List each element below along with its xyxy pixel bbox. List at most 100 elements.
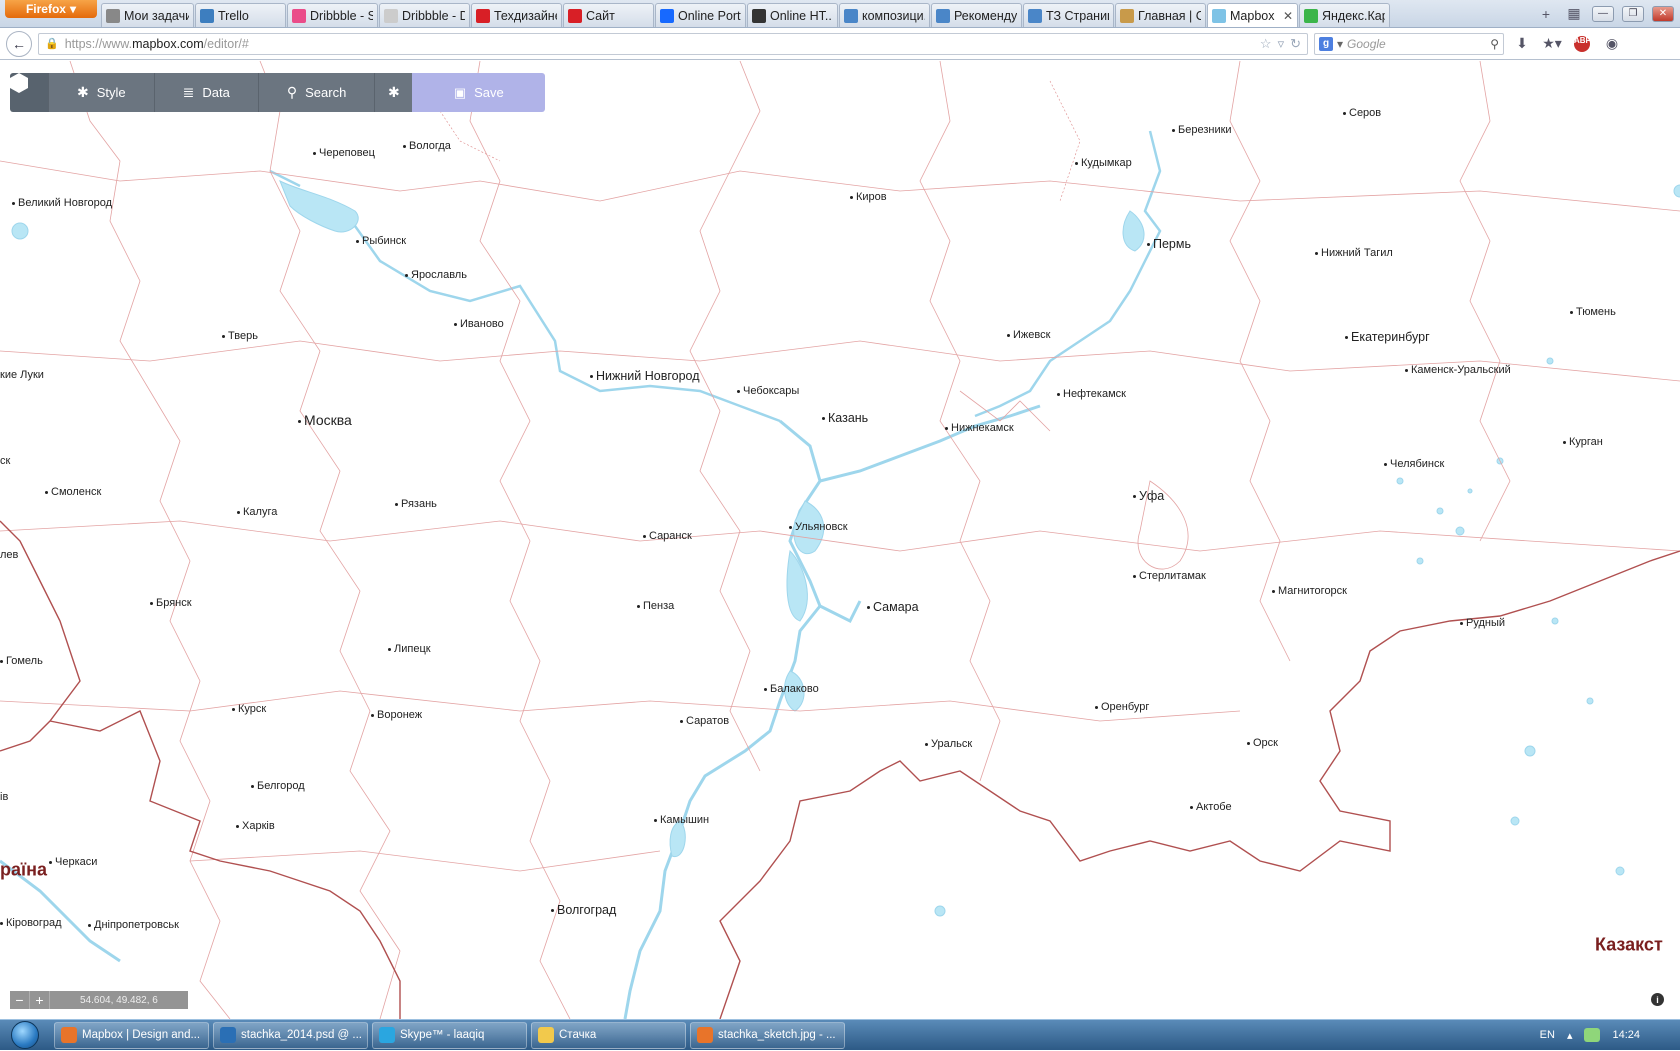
browser-tab[interactable]: Dribbble - D... (379, 3, 470, 27)
dropdown-arrow-icon[interactable]: ▿ (1278, 36, 1285, 52)
minimize-button[interactable]: — (1592, 5, 1614, 22)
app-icon (379, 1027, 395, 1043)
clock[interactable]: 14:24 (1612, 1029, 1640, 1041)
restore-button[interactable]: ❐ (1622, 5, 1644, 22)
tray-arrow-icon[interactable]: ▴ (1567, 1029, 1573, 1042)
favicon-icon (384, 8, 398, 23)
save-button[interactable]: ▣ Save (412, 73, 546, 112)
taskbar-item[interactable]: Стачка (531, 1021, 686, 1049)
app-icon (538, 1027, 554, 1043)
water-layer (0, 130, 1680, 1019)
taskbar-item-label: Стачка (559, 1029, 597, 1041)
bookmark-star-icon[interactable]: ☆ (1260, 36, 1272, 52)
favicon-icon (1028, 8, 1042, 23)
language-indicator[interactable]: EN (1540, 1029, 1555, 1041)
city-label: Ярославль (405, 269, 467, 281)
browser-tab[interactable]: Trello (195, 3, 286, 27)
city-label: Курган (1563, 436, 1603, 448)
city-label: Камышин (654, 814, 709, 826)
tab-groups-icon[interactable]: ▦ (1564, 5, 1584, 23)
city-label: Челябинск (1384, 458, 1444, 470)
close-window-button[interactable]: ✕ (1652, 5, 1674, 22)
taskbar-item[interactable]: Skype™ - laaqiq (372, 1021, 527, 1049)
lock-icon: 🔒 (45, 38, 59, 50)
browser-tab[interactable]: Сайт (563, 3, 654, 27)
city-label: Гомель (0, 655, 43, 667)
download-icon[interactable]: ⬇ (1510, 33, 1534, 55)
tab-label: Mapbox ... (1230, 8, 1279, 23)
zoom-out-button[interactable]: − (10, 991, 30, 1009)
reload-icon[interactable]: ↻ (1290, 36, 1301, 52)
tab-label: Dribbble - D... (402, 8, 465, 23)
region-borders-layer (0, 61, 1680, 1019)
city-label: Вологда (403, 140, 451, 152)
tab-label: Рекоменду... (954, 8, 1017, 23)
search-tab[interactable]: ⚲ Search (257, 73, 375, 112)
close-tab-icon[interactable]: ✕ (1283, 9, 1293, 23)
city-label: Ульяновск (789, 521, 848, 533)
city-label: Курск (232, 703, 266, 715)
tab-label: Техдизайне... (494, 8, 557, 23)
city-label: Дніпропетровськ (88, 919, 179, 931)
browser-tab[interactable]: Техдизайне... (471, 3, 562, 27)
city-label: Ижевск (1007, 329, 1050, 341)
city-label: Пенза (637, 600, 674, 612)
city-label: Чебоксары (737, 385, 799, 397)
settings-button[interactable]: ✱ (374, 73, 413, 112)
city-label: Самара (867, 600, 919, 614)
city-label: Иваново (454, 318, 504, 330)
city-label: Магнитогорск (1272, 585, 1347, 597)
windows-taskbar: Mapbox | Design and... stachka_2014.psd @… (0, 1019, 1680, 1050)
map-canvas[interactable]: Серов Березники Кудымкар Череповец Вологда Ки… (0, 61, 1680, 1019)
favicon-icon (200, 8, 214, 23)
city-label: Казань (822, 411, 868, 425)
browser-tab[interactable]: Яндекс.Кар... (1299, 3, 1390, 27)
taskbar-item[interactable]: stachka_sketch.jpg - ... (690, 1021, 845, 1049)
tab-label: Главная | С... (1138, 8, 1201, 23)
city-label: Казакст (1595, 934, 1663, 955)
taskbar-item-label: Skype™ - laaqiq (400, 1029, 485, 1041)
search-bar[interactable]: g ▾ Google ⚲ (1314, 32, 1504, 55)
city-label: Нижний Тагил (1315, 247, 1393, 259)
navigation-bar: ← 🔒 https://www.mapbox.com/editor/# ☆ ▿ … (0, 28, 1680, 60)
browser-tab[interactable]: композици... (839, 3, 930, 27)
windows-logo-icon (11, 1021, 39, 1049)
mapbox-logo-icon[interactable] (10, 73, 48, 112)
browser-tab[interactable]: Рекоменду... (931, 3, 1022, 27)
city-label: ск (0, 455, 11, 467)
browser-tab[interactable]: Online Portf... (655, 3, 746, 27)
browser-tab[interactable]: Mapbox ... ✕ (1207, 3, 1298, 27)
browser-tab[interactable]: Мои задачи (101, 3, 194, 27)
address-bar[interactable]: 🔒 https://www.mapbox.com/editor/# ☆ ▿ ↻ (38, 32, 1308, 55)
taskbar-item[interactable]: stachka_2014.psd @ ... (213, 1021, 368, 1049)
browser-tab[interactable]: ТЗ Страниц... (1023, 3, 1114, 27)
start-button[interactable] (0, 1020, 50, 1051)
city-label: Рудный (1460, 617, 1505, 629)
city-label: Актобе (1190, 801, 1232, 813)
zoom-in-button[interactable]: + (30, 991, 50, 1009)
city-label: Смоленск (45, 486, 101, 498)
addon-icon[interactable]: ◉ (1600, 33, 1624, 55)
data-tab[interactable]: ≣ Data (153, 73, 258, 112)
back-button[interactable]: ← (6, 30, 32, 57)
city-label: Великий Новгород (12, 197, 112, 209)
adblock-icon[interactable]: ABP (1570, 33, 1594, 55)
app-icon (61, 1027, 77, 1043)
browser-tab[interactable]: Online HT... (747, 3, 838, 27)
firefox-menu-label: Firefox (25, 2, 66, 16)
favicon-icon (568, 8, 582, 23)
browser-tab[interactable]: Главная | С... (1115, 3, 1206, 27)
info-icon[interactable]: i (1651, 993, 1664, 1006)
evernote-icon[interactable] (1584, 1028, 1601, 1042)
bookmarks-icon[interactable]: ★▾ (1540, 33, 1564, 55)
firefox-menu-button[interactable]: Firefox ▾ (5, 0, 97, 18)
style-tab[interactable]: ✱ Style (48, 73, 154, 112)
magnifier-icon[interactable]: ⚲ (1490, 37, 1499, 51)
city-label: Рязань (395, 498, 437, 510)
taskbar-item[interactable]: Mapbox | Design and... (54, 1021, 209, 1049)
new-tab-icon[interactable]: + (1536, 5, 1556, 23)
search-icon: ⚲ (286, 84, 298, 100)
browser-tab[interactable]: Dribbble - S... (287, 3, 378, 27)
search-engine-dropdown-icon[interactable]: ▾ (1337, 37, 1343, 51)
city-label: лев (0, 549, 19, 561)
